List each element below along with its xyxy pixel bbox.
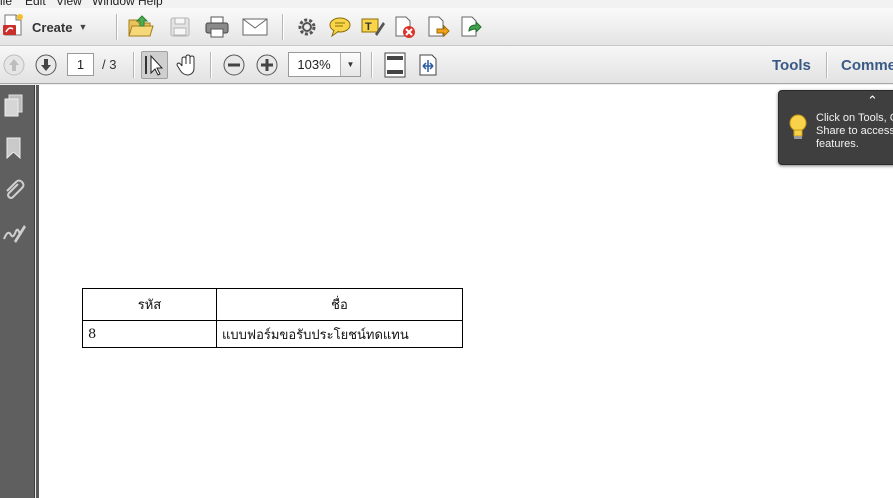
table-header-row: รหัส ชื่อ [82, 288, 463, 321]
table-cell: 8 [82, 320, 217, 348]
export-icon[interactable] [425, 14, 451, 40]
zoom-out-icon[interactable] [221, 52, 247, 78]
tools-tooltip: ⌃ Click on Tools, C Share to access feat… [778, 90, 893, 165]
separator [371, 52, 372, 78]
tooltip-line: Share to access [816, 125, 893, 137]
collapse-chevron-icon[interactable]: ⌃ [867, 93, 878, 109]
print-icon[interactable] [204, 14, 230, 40]
fit-width-icon[interactable] [415, 52, 441, 78]
next-page-icon[interactable] [33, 52, 59, 78]
comment-icon[interactable] [327, 14, 353, 40]
zoom-in-icon[interactable] [254, 52, 280, 78]
menu-bar: ile Edit View Window Help [0, 0, 893, 8]
page-total: / 3 [102, 57, 117, 72]
separator [133, 52, 134, 78]
hand-tool-icon[interactable] [174, 52, 200, 78]
tooltip-line: features. [816, 138, 859, 150]
delete-page-icon[interactable] [392, 14, 418, 40]
share-icon[interactable] [458, 14, 484, 40]
page-number-input[interactable]: 1 [67, 53, 94, 76]
settings-icon[interactable] [294, 14, 320, 40]
navigation-toolbar: 1 / 3 103% ▼ Tools Comme [0, 46, 893, 84]
chevron-down-icon[interactable]: ▼ [340, 53, 360, 76]
tooltip-text: Click on Tools, C Share to access featur… [816, 112, 893, 151]
main-toolbar: Create ▼ T [0, 8, 893, 46]
navigation-pane [0, 85, 35, 498]
document-table: รหัส ชื่อ 8 แบบฟอร์มขอรับประโยชน์ทดแทน [82, 288, 463, 348]
tools-pane-link[interactable]: Tools [772, 57, 811, 74]
fit-page-icon[interactable] [382, 52, 408, 78]
page-thumbnails-icon[interactable] [2, 93, 26, 117]
document-viewer[interactable]: รหัส ชื่อ 8 แบบฟอร์มขอรับประโยชน์ทดแทน [36, 85, 893, 498]
email-icon[interactable] [242, 14, 268, 40]
svg-text:T: T [365, 21, 372, 33]
table-header-cell: รหัส [82, 288, 217, 321]
table-header-cell: ชื่อ [216, 288, 463, 321]
select-cursor-icon[interactable] [141, 52, 167, 78]
separator [210, 52, 211, 78]
menu-view[interactable]: View [56, 0, 82, 8]
tooltip-line: Click on Tools, C [816, 112, 893, 124]
table-row: 8 แบบฟอร์มขอรับประโยชน์ทดแทน [82, 320, 463, 348]
separator [826, 52, 827, 78]
previous-page-icon[interactable] [1, 52, 27, 78]
menu-help[interactable]: Help [138, 0, 163, 8]
menu-edit[interactable]: Edit [25, 0, 46, 8]
menu-window[interactable]: Window [92, 0, 135, 8]
create-icon [2, 12, 26, 43]
zoom-select[interactable]: 103% ▼ [288, 52, 361, 77]
separator [116, 14, 117, 40]
menu-file[interactable]: ile [0, 0, 12, 8]
zoom-value[interactable]: 103% [289, 53, 339, 76]
attachments-icon[interactable] [2, 178, 26, 202]
separator [282, 14, 283, 40]
bookmarks-icon[interactable] [2, 136, 26, 160]
create-button[interactable]: Create ▼ [2, 13, 106, 41]
comment-pane-link[interactable]: Comme [841, 57, 893, 74]
chevron-down-icon: ▼ [78, 22, 88, 32]
create-label: Create [32, 19, 73, 35]
signatures-icon[interactable] [2, 221, 26, 245]
table-cell: แบบฟอร์มขอรับประโยชน์ทดแทน [216, 320, 463, 348]
open-folder-icon[interactable] [128, 14, 154, 40]
save-icon[interactable] [167, 14, 193, 40]
highlight-text-icon[interactable]: T [360, 14, 386, 40]
pdf-page: รหัส ชื่อ 8 แบบฟอร์มขอรับประโยชน์ทดแทน [39, 85, 893, 498]
lightbulb-icon [787, 113, 809, 148]
